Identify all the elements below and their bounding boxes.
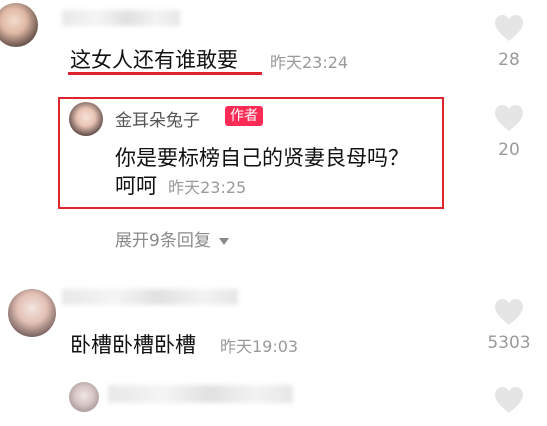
- comment-time: 昨天19:03: [220, 337, 299, 356]
- heart-icon[interactable]: [494, 104, 524, 132]
- username-blurred: [62, 289, 238, 305]
- chevron-down-icon: [218, 238, 229, 245]
- username-blurred: [108, 385, 293, 403]
- reply-text-line2-row: 呵呵 昨天23:25: [115, 171, 246, 201]
- heart-icon[interactable]: [494, 14, 524, 42]
- comment-time: 昨天23:24: [270, 53, 349, 72]
- comment-text: 卧槽卧槽卧槽: [70, 333, 196, 357]
- reply-text: 你是要标榜自己的贤妻良母吗？: [115, 146, 409, 170]
- avatar[interactable]: [0, 3, 38, 47]
- avatar[interactable]: [69, 382, 99, 412]
- heart-icon[interactable]: [494, 298, 524, 326]
- reply-author[interactable]: 金耳朵兔子: [115, 106, 200, 131]
- expand-replies-button[interactable]: 展开9条回复: [115, 226, 230, 251]
- reply-text-line2: 呵呵: [115, 174, 157, 198]
- expand-replies-label: 展开9条回复: [115, 231, 211, 251]
- like-count: 20: [498, 140, 520, 160]
- heart-icon[interactable]: [494, 386, 524, 414]
- highlight-underline: [68, 72, 262, 75]
- username-blurred: [62, 10, 180, 26]
- author-badge: 作者: [225, 106, 263, 126]
- like-count: 5303: [487, 333, 531, 353]
- avatar[interactable]: [8, 289, 56, 337]
- avatar[interactable]: [69, 102, 103, 136]
- reply-time: 昨天23:25: [168, 178, 247, 197]
- comment-text: 这女人还有谁敢要: [70, 48, 238, 72]
- like-count: 28: [498, 50, 520, 70]
